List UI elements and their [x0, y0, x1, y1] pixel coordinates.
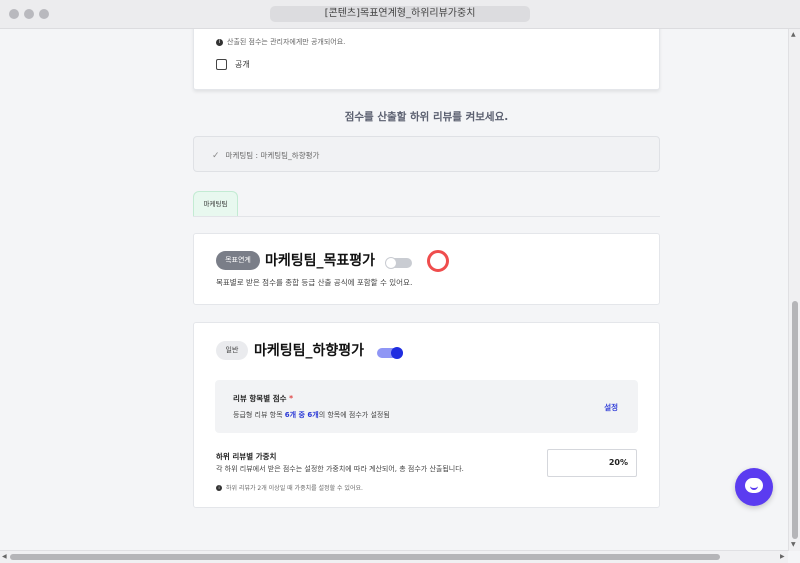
horizontal-scroll-thumb[interactable] [10, 554, 720, 560]
item-score-label: 리뷰 항목별 점수 * [233, 393, 293, 404]
selected-review-item: ✓ 마케팅팀 : 마케팅팀_하향평가 [212, 150, 319, 161]
highlight-ring-icon [427, 250, 449, 272]
general-badge: 일반 [216, 341, 248, 360]
downward-review-card: 일반 마케팅팀_하향평가 리뷰 항목별 점수 * 등급형 리뷰 항목 6개 중 … [193, 322, 660, 508]
window-titlebar: [콘텐츠]목표연계형_하위리뷰가중치 [0, 0, 800, 29]
public-checkbox-label: 공개 [235, 60, 250, 69]
public-checkbox[interactable] [216, 59, 227, 70]
window-title: [콘텐츠]목표연계형_하위리뷰가중치 [270, 6, 530, 22]
page-viewport: i 산출된 점수는 관리자에게만 공개되어요. 공개 점수를 산출할 하위 리뷰… [0, 29, 788, 549]
goal-review-toggle[interactable] [385, 257, 412, 269]
visibility-info: i 산출된 점수는 관리자에게만 공개되어요. [216, 37, 345, 47]
downward-review-title: 마케팅팀_하향평가 [254, 343, 365, 359]
tab-marketing[interactable]: 마케팅팀 [193, 191, 238, 216]
score-desc-pre: 등급형 리뷰 항목 [233, 411, 285, 419]
goal-linked-badge: 목표연계 [216, 251, 260, 270]
vertical-scrollbar[interactable]: ▲ ▼ [788, 29, 800, 551]
weight-note-text: 하위 리뷰가 2개 이상일 때 가중치를 설정할 수 있어요. [226, 485, 363, 492]
item-score-label-text: 리뷰 항목별 점수 [233, 394, 287, 403]
chat-button[interactable] [735, 468, 773, 506]
info-icon: i [216, 38, 223, 46]
tab-divider [193, 215, 660, 217]
weight-label: 하위 리뷰별 가중치 [216, 452, 277, 461]
scroll-down-icon[interactable]: ▼ [791, 541, 796, 548]
goal-review-title: 마케팅팀_목표평가 [265, 253, 376, 269]
weight-description: 각 하위 리뷰에서 받은 점수는 설정한 가중치에 따라 계산되어, 총 점수가… [216, 465, 464, 473]
downward-review-toggle[interactable] [377, 347, 403, 359]
selected-review-label: 마케팅팀 : 마케팅팀_하향평가 [225, 151, 320, 160]
required-mark: * [289, 394, 294, 403]
public-checkbox-row[interactable]: 공개 [216, 59, 250, 70]
vertical-scroll-thumb[interactable] [792, 301, 798, 539]
item-score-panel: 리뷰 항목별 점수 * 등급형 리뷰 항목 6개 중 6개의 항목에 점수가 설… [215, 380, 638, 433]
visibility-info-text: 산출된 점수는 관리자에게만 공개되어요. [227, 38, 346, 46]
scroll-left-icon[interactable]: ◀ [2, 553, 7, 560]
scroll-up-icon[interactable]: ▲ [791, 31, 796, 38]
close-dot-icon[interactable] [9, 9, 19, 19]
score-settings-link[interactable]: 설정 [604, 402, 618, 413]
info-icon: i [216, 484, 222, 491]
toggle-knob [391, 347, 403, 359]
score-desc-post: 의 항목에 점수가 설정됨 [318, 411, 390, 419]
window-controls[interactable] [9, 9, 49, 19]
score-desc-count: 6개 중 6개 [284, 411, 319, 419]
goal-review-card: 목표연계 마케팅팀_목표평가 목표별로 받은 점수를 종합 등급 산출 공식에 … [193, 233, 660, 305]
maximize-dot-icon[interactable] [39, 9, 49, 19]
section-heading: 점수를 산출할 하위 리뷰를 켜보세요. [344, 111, 509, 123]
weight-note: i 하위 리뷰가 2개 이상일 때 가중치를 설정할 수 있어요. [216, 483, 363, 492]
scroll-right-icon[interactable]: ▶ [780, 553, 785, 560]
chat-icon [745, 478, 763, 493]
minimize-dot-icon[interactable] [24, 9, 34, 19]
visibility-card: i 산출된 점수는 관리자에게만 공개되어요. 공개 [193, 29, 660, 90]
item-score-description: 등급형 리뷰 항목 6개 중 6개의 항목에 점수가 설정됨 [233, 410, 390, 420]
horizontal-scrollbar[interactable]: ◀ ▶ [0, 550, 788, 563]
selected-reviews-box: ✓ 마케팅팀 : 마케팅팀_하향평가 [193, 136, 660, 172]
toggle-knob [385, 257, 397, 269]
weight-input[interactable]: 20% [547, 449, 637, 477]
goal-review-description: 목표별로 받은 점수를 종합 등급 산출 공식에 포함할 수 있어요. [216, 278, 413, 287]
check-icon: ✓ [212, 150, 220, 161]
